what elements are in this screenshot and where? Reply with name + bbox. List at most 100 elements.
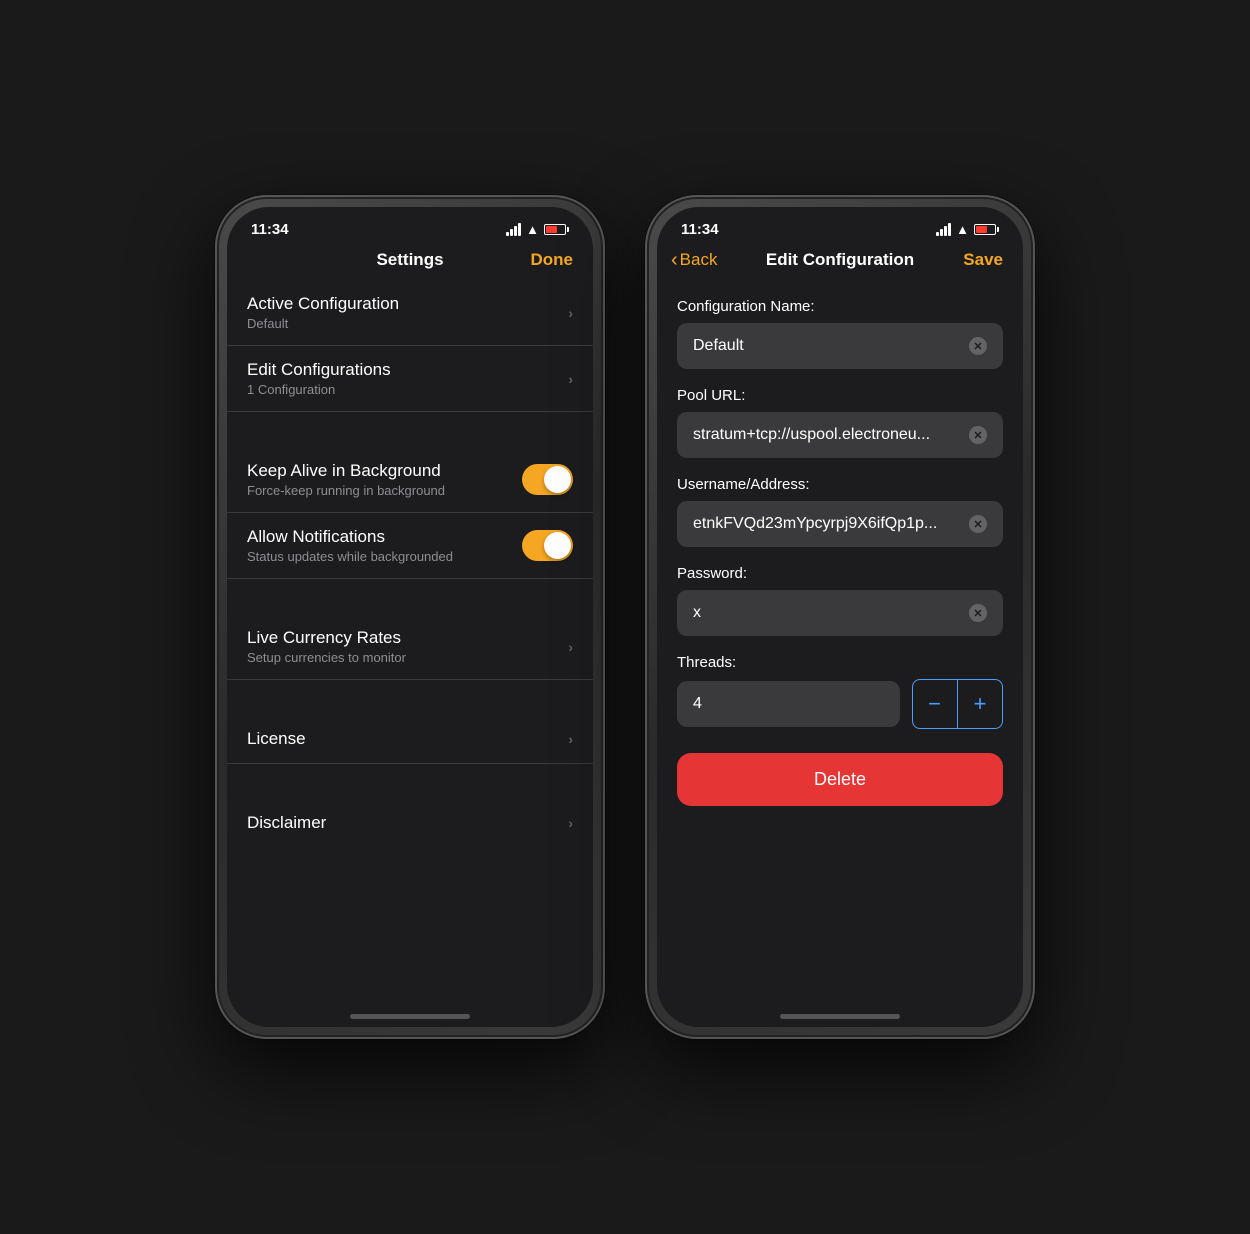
notch-left (335, 207, 485, 237)
license-chevron: › (568, 731, 573, 747)
notifications-thumb (544, 532, 571, 559)
separator-2 (227, 579, 593, 614)
password-label: Password: (677, 565, 1003, 582)
settings-title: Settings (247, 250, 573, 270)
signal-bars-left (506, 223, 521, 236)
home-bar-left (350, 1014, 470, 1019)
username-label: Username/Address: (677, 476, 1003, 493)
keep-alive-title: Keep Alive in Background (247, 461, 522, 481)
wifi-icon-right: ▲ (956, 222, 969, 237)
edit-configs-title: Edit Configurations (247, 360, 568, 380)
wifi-icon-left: ▲ (526, 222, 539, 237)
threads-value: 4 (693, 695, 702, 712)
license-title: License (247, 729, 568, 749)
disclaimer-row[interactable]: Disclaimer › (227, 799, 593, 847)
keep-alive-left: Keep Alive in Background Force-keep runn… (247, 461, 522, 498)
battery-fill-left (546, 226, 557, 233)
edit-configs-row[interactable]: Edit Configurations 1 Configuration › (227, 346, 593, 412)
keep-alive-toggle[interactable] (522, 464, 573, 495)
notch-right (765, 207, 915, 237)
separator-1 (227, 412, 593, 447)
threads-row: 4 − + (677, 679, 1003, 729)
status-icons-right: ▲ (936, 222, 999, 237)
config-name-label: Configuration Name: (677, 298, 1003, 315)
signal-bars-right (936, 223, 951, 236)
battery-right (974, 224, 999, 235)
delete-button[interactable]: Delete (677, 753, 1003, 806)
signal-bar-r1 (936, 232, 939, 236)
config-name-field[interactable]: Default ✕ (677, 323, 1003, 369)
active-config-left: Active Configuration Default (247, 294, 568, 331)
done-button[interactable]: Done (531, 250, 574, 270)
status-time-left: 11:34 (251, 221, 289, 238)
live-currency-title: Live Currency Rates (247, 628, 568, 648)
separator-3 (227, 680, 593, 715)
pool-url-field[interactable]: stratum+tcp://uspool.electroneu... ✕ (677, 412, 1003, 458)
keep-alive-subtitle: Force-keep running in background (247, 483, 522, 498)
notifications-row[interactable]: Allow Notifications Status updates while… (227, 513, 593, 579)
edit-config-nav-bar: ‹ Back Edit Configuration Save (657, 242, 1023, 280)
live-currency-row[interactable]: Live Currency Rates Setup currencies to … (227, 614, 593, 680)
license-row[interactable]: License › (227, 715, 593, 764)
back-chevron-icon: ‹ (671, 250, 678, 270)
live-currency-chevron: › (568, 639, 573, 655)
notifications-subtitle: Status updates while backgrounded (247, 549, 522, 564)
active-config-row[interactable]: Active Configuration Default › (227, 280, 593, 346)
pool-url-clear[interactable]: ✕ (969, 426, 987, 444)
stepper-plus-button[interactable]: + (958, 680, 1002, 728)
live-currency-subtitle: Setup currencies to monitor (247, 650, 568, 665)
status-icons-left: ▲ (506, 222, 569, 237)
back-label: Back (680, 250, 718, 270)
active-config-subtitle: Default (247, 316, 568, 331)
disclaimer-chevron: › (568, 815, 573, 831)
home-indicator-left (227, 997, 593, 1027)
battery-fill-right (976, 226, 987, 233)
threads-field[interactable]: 4 (677, 681, 900, 727)
battery-left (544, 224, 569, 235)
notifications-toggle[interactable] (522, 530, 573, 561)
delete-label: Delete (814, 769, 866, 789)
disclaimer-left: Disclaimer (247, 813, 568, 833)
battery-tip-right (997, 227, 999, 232)
config-name-value: Default (693, 337, 969, 355)
config-name-clear[interactable]: ✕ (969, 337, 987, 355)
edit-configs-left: Edit Configurations 1 Configuration (247, 360, 568, 397)
notifications-left: Allow Notifications Status updates while… (247, 527, 522, 564)
username-clear[interactable]: ✕ (969, 515, 987, 533)
keep-alive-row[interactable]: Keep Alive in Background Force-keep runn… (227, 447, 593, 513)
notifications-title: Allow Notifications (247, 527, 522, 547)
phone-screen-left: 11:34 ▲ Settings Done (227, 207, 593, 1027)
settings-nav-bar: Settings Done (227, 242, 593, 280)
edit-configs-chevron: › (568, 371, 573, 387)
phone-screen-right: 11:34 ▲ ‹ Bac (657, 207, 1023, 1027)
status-time-right: 11:34 (681, 221, 719, 238)
back-button[interactable]: ‹ Back (671, 250, 717, 270)
battery-tip-left (567, 227, 569, 232)
live-currency-left: Live Currency Rates Setup currencies to … (247, 628, 568, 665)
edit-configs-subtitle: 1 Configuration (247, 382, 568, 397)
signal-bar-4 (518, 223, 521, 236)
username-value: etnkFVQd23mYpcyrpj9X6ifQp1p... (693, 515, 969, 533)
signal-bar-r2 (940, 229, 943, 236)
signal-bar-3 (514, 226, 517, 236)
home-bar-right (780, 1014, 900, 1019)
right-phone: 11:34 ▲ ‹ Bac (645, 195, 1035, 1039)
stepper-minus-button[interactable]: − (913, 680, 957, 728)
left-phone: 11:34 ▲ Settings Done (215, 195, 605, 1039)
username-field[interactable]: etnkFVQd23mYpcyrpj9X6ifQp1p... ✕ (677, 501, 1003, 547)
disclaimer-title: Disclaimer (247, 813, 568, 833)
password-field[interactable]: x ✕ (677, 590, 1003, 636)
active-config-title: Active Configuration (247, 294, 568, 314)
signal-bar-r4 (948, 223, 951, 236)
active-config-chevron: › (568, 305, 573, 321)
password-clear[interactable]: ✕ (969, 604, 987, 622)
keep-alive-thumb (544, 466, 571, 493)
pool-url-label: Pool URL: (677, 387, 1003, 404)
settings-content: Active Configuration Default › Edit Conf… (227, 280, 593, 997)
license-left: License (247, 729, 568, 749)
threads-stepper: − + (912, 679, 1004, 729)
save-button[interactable]: Save (963, 250, 1003, 270)
pool-url-value: stratum+tcp://uspool.electroneu... (693, 426, 969, 444)
signal-bar-1 (506, 232, 509, 236)
signal-bar-2 (510, 229, 513, 236)
